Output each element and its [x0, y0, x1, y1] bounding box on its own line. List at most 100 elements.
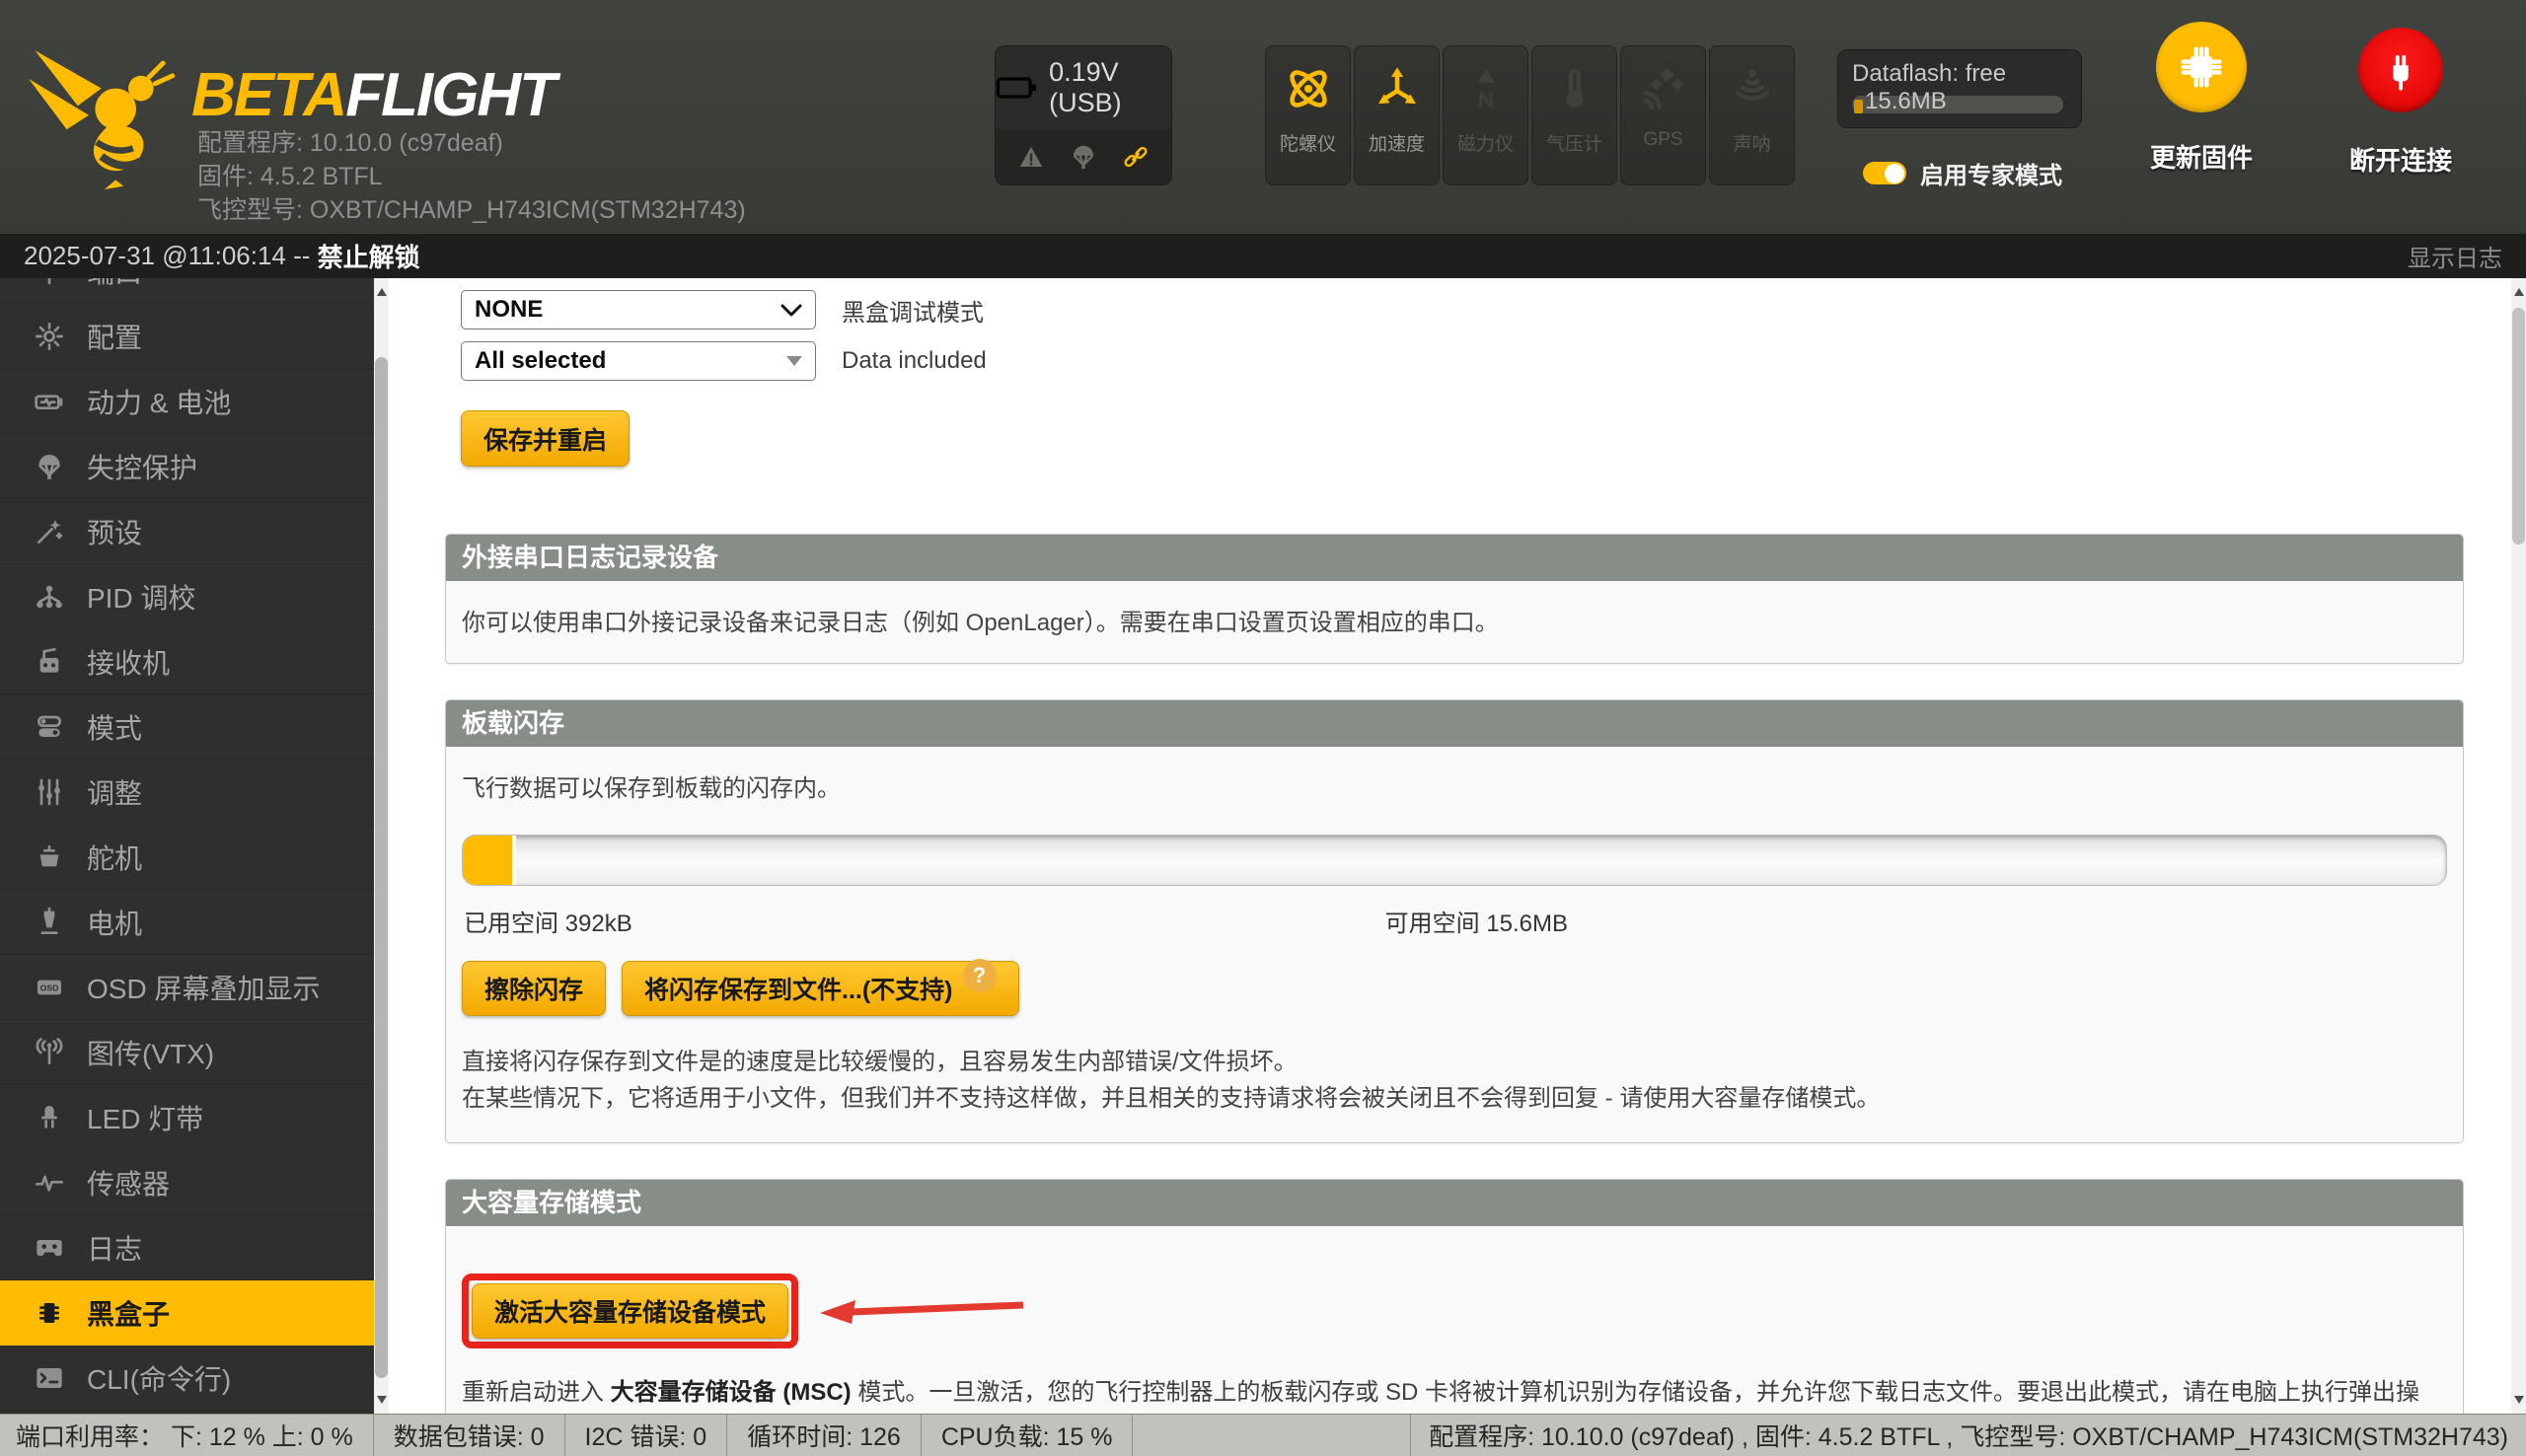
- sensor-tile-mag: N 磁力仪: [1443, 45, 1528, 185]
- window-scrollbar-thumb[interactable]: [2512, 308, 2525, 545]
- configurator-version: 配置程序: 10.10.0 (c97deaf): [197, 129, 503, 157]
- tape-icon: [37, 1239, 62, 1256]
- mass-storage-section: 大容量存储模式 激活大容量存储设备模式 重新启动进入 大容量存储设备 (MSC)…: [445, 1179, 2464, 1414]
- receiver-icon: [39, 647, 59, 673]
- expert-mode-row: 启用专家模式: [1863, 156, 2062, 190]
- svg-text:N: N: [1477, 88, 1493, 112]
- sidebar-item-pid-tuning[interactable]: PID 调校: [0, 564, 374, 629]
- blackbox-debug-mode-select[interactable]: NONE: [461, 290, 816, 329]
- battery-widget: 0.19V (USB): [995, 45, 1172, 185]
- usb-plug-icon: [2393, 55, 2409, 91]
- mass-storage-section-title: 大容量存储模式: [446, 1180, 2463, 1226]
- sensor-tile-gyro: 陀螺仪: [1265, 45, 1351, 185]
- sidebar-item-blackbox[interactable]: 黑盒子: [0, 1280, 374, 1346]
- sidebar-item-receiver[interactable]: 接收机: [0, 629, 374, 694]
- sidebar-item-modes[interactable]: 模式: [0, 694, 374, 760]
- firmware-version: 固件: 4.5.2 BTFL: [197, 163, 383, 190]
- flash-used-label: 已用空间 392kB: [464, 910, 632, 937]
- antenna-icon: [36, 1037, 63, 1064]
- sidebar-nav: 端口 配置 动力 & 电池 失控保护 预设 PID 调校: [0, 278, 374, 1414]
- show-log-link[interactable]: 显示日志: [2408, 239, 2502, 273]
- battery-icon: [996, 77, 1036, 99]
- barometer-icon: [1565, 68, 1584, 109]
- pulse-icon: [36, 1175, 63, 1192]
- sidebar-item-adjustments[interactable]: 调整: [0, 760, 374, 825]
- sliders-icon: [38, 778, 60, 805]
- save-reboot-button[interactable]: 保存并重启: [461, 410, 631, 467]
- header: BETAFLIGHT 配置程序: 10.10.0 (c97deaf) 固件: 4…: [0, 0, 2526, 234]
- terminal-icon: [37, 1367, 62, 1388]
- red-arrow-annotation: [820, 1300, 1024, 1324]
- sidebar-item-ports[interactable]: 端口: [0, 278, 374, 304]
- sensor-status-bar: 陀螺仪 加速度 N 磁力仪 气压计 GPS 声呐: [1265, 45, 1795, 185]
- scroll-down-icon[interactable]: [2511, 1386, 2526, 1414]
- sidebar-item-power-battery[interactable]: 动力 & 电池: [0, 369, 374, 434]
- data-included-select[interactable]: All selected: [461, 341, 816, 381]
- activate-msc-button[interactable]: 激活大容量存储设备模式: [472, 1283, 789, 1339]
- port-utilization: 端口利用率： 下: 12 % 上: 0 %: [0, 1415, 374, 1456]
- toggles-icon: [37, 715, 61, 737]
- packet-errors: 数据包错误: 0: [374, 1415, 565, 1456]
- dataflash-free-value: 15.6MB: [1865, 88, 1947, 114]
- magnetometer-icon: N: [1476, 68, 1495, 112]
- onboard-flash-description: 飞行数据可以保存到板载的闪存内。: [462, 775, 841, 802]
- sensor-tile-sonar: 声呐: [1709, 45, 1795, 185]
- scroll-up-icon[interactable]: [374, 278, 389, 306]
- led-icon: [40, 1105, 57, 1128]
- sidebar-item-osd[interactable]: OSD OSD 屏幕叠加显示: [0, 955, 374, 1020]
- motor-icon: [40, 907, 58, 934]
- sidebar-scrollbar[interactable]: [374, 278, 389, 1414]
- accelerometer-icon: [1377, 67, 1416, 105]
- window-scrollbar[interactable]: [2511, 278, 2526, 1414]
- gps-icon: [1643, 67, 1683, 109]
- sidebar-item-configuration[interactable]: 配置: [0, 304, 374, 369]
- flash-note-line1: 直接将闪存保存到文件是的速度是比较缓慢的，且容易发生内部错误/文件损坏。: [462, 1049, 1298, 1075]
- timestamp: 2025-07-31 @11:06:14 --: [24, 241, 318, 270]
- build-info: 配置程序: 10.10.0 (c97deaf) , 固件: 4.5.2 BTFL…: [1410, 1415, 2526, 1456]
- gear-icon: [36, 322, 63, 350]
- board-target: 飞控型号: OXBT/CHAMP_H743ICM(STM32H743): [197, 196, 746, 224]
- arming-status-bar: 2025-07-31 @11:06:14 -- 禁止解锁 显示日志: [0, 234, 2526, 278]
- blackbox-tab-content: NONE 黑盒调试模式 All selected Data included 保…: [389, 278, 2511, 1414]
- serial-logging-section-body: 你可以使用串口外接记录设备来记录日志（例如 OpenLager）。需要在串口设置…: [446, 581, 2463, 663]
- scroll-up-icon[interactable]: [2511, 278, 2526, 306]
- flash-note-line2: 在某些情况下，它将适用于小文件，但我们并不支持这样做，并且相关的支持请求将会被关…: [462, 1085, 1881, 1112]
- i2c-errors: I2C 错误: 0: [565, 1415, 728, 1456]
- msc-description: 重新启动进入 大容量存储设备 (MSC) 模式。一旦激活，您的飞行控制器上的板载…: [462, 1379, 2419, 1406]
- sidebar-item-led-strip[interactable]: LED 灯带: [0, 1085, 374, 1150]
- help-icon[interactable]: ?: [962, 959, 997, 992]
- sidebar-item-vtx[interactable]: 图传(VTX): [0, 1020, 374, 1085]
- scroll-down-icon[interactable]: [374, 1386, 389, 1414]
- save-flash-to-file-button[interactable]: 将闪存保存到文件...(不支持) ?: [622, 959, 1019, 1016]
- erase-flash-button[interactable]: 擦除闪存: [462, 961, 607, 1016]
- usb-link-icon: [1124, 146, 1148, 168]
- disconnect-button[interactable]: 断开连接: [2337, 28, 2465, 178]
- update-firmware-button[interactable]: 更新固件: [2137, 22, 2266, 175]
- serial-logging-section-title: 外接串口日志记录设备: [446, 535, 2463, 581]
- sidebar-item-cli[interactable]: CLI(命令行): [0, 1346, 374, 1411]
- gyro-icon: [1289, 70, 1327, 108]
- sidebar-item-servos[interactable]: 舵机: [0, 825, 374, 890]
- nodes-icon: [37, 585, 62, 608]
- flash-free-label: 可用空间 15.6MB: [1384, 910, 1568, 937]
- sidebar-item-logging[interactable]: 日志: [0, 1215, 374, 1280]
- sidebar-item-motors[interactable]: 电机: [0, 890, 374, 955]
- red-highlight-box: 激活大容量存储设备模式: [462, 1274, 799, 1348]
- chevron-down-icon: [780, 304, 802, 316]
- betaflight-logo: BETAFLIGHT 配置程序: 10.10.0 (c97deaf) 固件: 4…: [26, 14, 746, 227]
- cpu-load: CPU负载: 15 %: [922, 1415, 1134, 1456]
- sidebar-scrollbar-thumb[interactable]: [375, 357, 388, 1378]
- sidebar-item-presets[interactable]: 预设: [0, 499, 374, 564]
- failsafe-parachute-icon: [1073, 145, 1093, 169]
- debug-mode-label: 黑盒调试模式: [842, 299, 984, 327]
- sidebar-item-sensors[interactable]: 传感器: [0, 1150, 374, 1215]
- serial-logging-section: 外接串口日志记录设备 你可以使用串口外接记录设备来记录日志（例如 OpenLag…: [445, 534, 2464, 664]
- expert-mode-label: 启用专家模式: [1920, 163, 2062, 189]
- expert-mode-toggle[interactable]: [1863, 162, 1906, 184]
- osd-icon: OSD: [37, 980, 61, 994]
- parachute-icon: [38, 454, 60, 479]
- betaflight-configurator: BETAFLIGHT 配置程序: 10.10.0 (c97deaf) 固件: 4…: [0, 0, 2526, 1456]
- sidebar-item-failsafe[interactable]: 失控保护: [0, 434, 374, 499]
- arming-disabled-flag: 禁止解锁: [317, 243, 420, 272]
- bottom-status-bar: 端口利用率： 下: 12 % 上: 0 % 数据包错误: 0 I2C 错误: 0…: [0, 1414, 2526, 1456]
